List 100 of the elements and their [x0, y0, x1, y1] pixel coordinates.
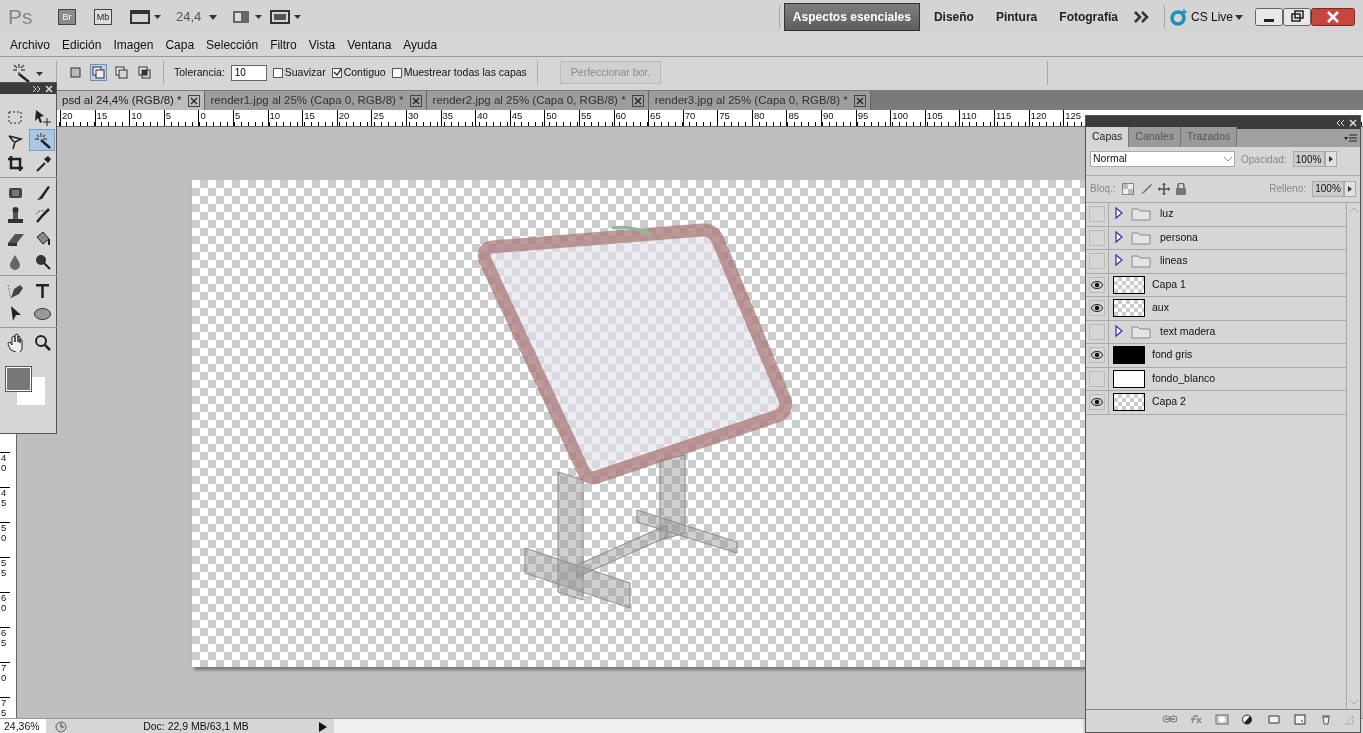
selection-mode-button[interactable]: [90, 64, 107, 81]
collapse-icon[interactable]: [1336, 118, 1346, 127]
ruler-label: 5: [163, 110, 199, 126]
restore-icon[interactable]: [1283, 8, 1311, 26]
folder-icon[interactable]: [1114, 207, 1154, 222]
layer-row[interactable]: lineas: [1086, 250, 1346, 274]
visibility-toggle[interactable]: [1089, 323, 1105, 340]
layer-row[interactable]: fond gris: [1086, 344, 1346, 368]
menu-item[interactable]: Selección: [200, 36, 265, 54]
visibility-toggle[interactable]: [1089, 253, 1105, 270]
layer-row[interactable]: persona: [1086, 226, 1346, 250]
lock-transparency-icon[interactable]: [1121, 182, 1134, 195]
ruler-label: 90: [821, 110, 856, 126]
menu-item[interactable]: Ayuda: [397, 36, 444, 54]
ruler-label: 70: [0, 662, 10, 697]
mini-bridge-button[interactable]: Mb: [94, 9, 112, 25]
menu-item[interactable]: Filtro: [264, 36, 303, 54]
close-icon[interactable]: [187, 94, 200, 107]
layer-row[interactable]: Capa 1: [1086, 273, 1346, 297]
zoom-level-field[interactable]: 24,36%: [0, 719, 46, 733]
magic-wand-icon[interactable]: [10, 61, 46, 84]
folder-icon[interactable]: [1114, 324, 1154, 339]
visibility-toggle[interactable]: [1089, 347, 1105, 364]
menu-item[interactable]: Edición: [56, 36, 108, 54]
workspace-button[interactable]: Pintura: [987, 4, 1046, 30]
tolerance-label: Tolerancia:: [174, 64, 225, 80]
document-tab[interactable]: psd al 24,4% (RGB/8) *: [56, 91, 205, 110]
zoom-level[interactable]: 24,4: [176, 7, 202, 27]
layer-row[interactable]: Capa 2: [1086, 391, 1346, 415]
move-arrows-icon[interactable]: [1157, 182, 1170, 195]
magic-wand-icon[interactable]: [29, 129, 55, 151]
ruler-label: 115: [994, 110, 1029, 126]
mask-icon[interactable]: [1214, 714, 1230, 725]
folder-icon[interactable]: [1114, 254, 1154, 269]
close-icon[interactable]: [631, 94, 644, 107]
close-icon[interactable]: [853, 94, 866, 107]
arrow-right-icon[interactable]: [1344, 180, 1356, 197]
selection-mode-button[interactable]: [136, 64, 153, 81]
layer-thumbnail: [1113, 346, 1145, 365]
layer-row[interactable]: luz: [1086, 203, 1346, 227]
cs-live-menu[interactable]: CS Live: [1190, 8, 1233, 26]
layer-name: persona: [1160, 229, 1198, 245]
arrow-right-icon[interactable]: [1324, 151, 1337, 167]
ruler-label: 20: [60, 110, 95, 126]
minimize-icon[interactable]: [1255, 8, 1283, 26]
layer-name: aux: [1152, 300, 1169, 316]
checkbox[interactable]: [272, 67, 283, 78]
panel-tab[interactable]: Capas: [1086, 127, 1130, 147]
menu-item[interactable]: Archivo: [4, 36, 56, 54]
ruler-label: 70: [682, 110, 718, 126]
ruler-label: 60: [0, 592, 10, 627]
panel-menu-icon[interactable]: [1343, 132, 1357, 144]
horizontal-scrollbar[interactable]: [334, 719, 1083, 733]
layer-row[interactable]: aux: [1086, 297, 1346, 321]
document-tab[interactable]: render1.jpg al 25% (Capa 0, RGB/8) *: [204, 91, 427, 110]
layer-name: fond gris: [1152, 347, 1193, 363]
link-icon[interactable]: [1162, 714, 1178, 725]
layer-row[interactable]: text madera: [1086, 320, 1346, 344]
opacity-field[interactable]: 100%: [1292, 151, 1325, 167]
checkbox[interactable]: [331, 67, 342, 78]
close-icon[interactable]: [1311, 8, 1355, 26]
workspace-button[interactable]: Fotografía: [1051, 4, 1126, 30]
menu-item[interactable]: Ventana: [341, 36, 398, 54]
layer-name: lineas: [1160, 253, 1188, 269]
tolerance-field[interactable]: 10: [230, 64, 267, 81]
collapse-icon[interactable]: [32, 84, 42, 93]
workspace-button[interactable]: Diseño: [925, 4, 982, 30]
visibility-toggle[interactable]: [1089, 300, 1105, 317]
visibility-toggle[interactable]: [1089, 370, 1105, 387]
visibility-toggle[interactable]: [1089, 206, 1105, 223]
checkbox[interactable]: [391, 67, 402, 78]
menu-item[interactable]: Capa: [159, 36, 201, 54]
foreground-color-swatch[interactable]: [6, 367, 31, 391]
new-layer-icon[interactable]: [1292, 714, 1308, 725]
menu-item[interactable]: Vista: [302, 36, 342, 54]
ruler-label: 65: [0, 627, 10, 662]
ruler-label: 5: [232, 110, 268, 126]
app-logo: Ps: [8, 4, 34, 31]
view-extras-icon[interactable]: [130, 9, 162, 25]
resize-grip-icon[interactable]: [1344, 714, 1354, 725]
menu-item[interactable]: Imagen: [107, 36, 160, 54]
lock-icon[interactable]: [1175, 182, 1186, 195]
document-tab[interactable]: render2.jpg al 25% (Capa 0, RGB/8) *: [426, 91, 649, 110]
layer-row[interactable]: fondo_blanco: [1086, 367, 1346, 391]
layer-name: Capa 2: [1152, 394, 1186, 410]
visibility-toggle[interactable]: [1089, 394, 1105, 411]
visibility-toggle[interactable]: [1089, 229, 1105, 246]
ruler-label: 15: [302, 110, 337, 126]
document-tab[interactable]: render3.jpg al 25% (Capa 0, RGB/8) *: [648, 91, 871, 110]
visibility-toggle[interactable]: [1089, 276, 1105, 293]
folder-icon[interactable]: [1114, 230, 1154, 245]
workspace-button[interactable]: Aspectos esenciales: [783, 3, 920, 31]
close-icon[interactable]: [409, 94, 422, 107]
ruler-label: 50: [0, 522, 10, 557]
selection-mode-button[interactable]: [113, 64, 130, 81]
fill-field[interactable]: 100%: [1312, 180, 1344, 197]
folder-icon[interactable]: [1266, 714, 1282, 725]
layer-thumbnail: [1113, 275, 1145, 294]
blend-mode-dropdown[interactable]: Normal: [1090, 151, 1235, 167]
opacity-label: Opacidad:: [1241, 152, 1287, 167]
